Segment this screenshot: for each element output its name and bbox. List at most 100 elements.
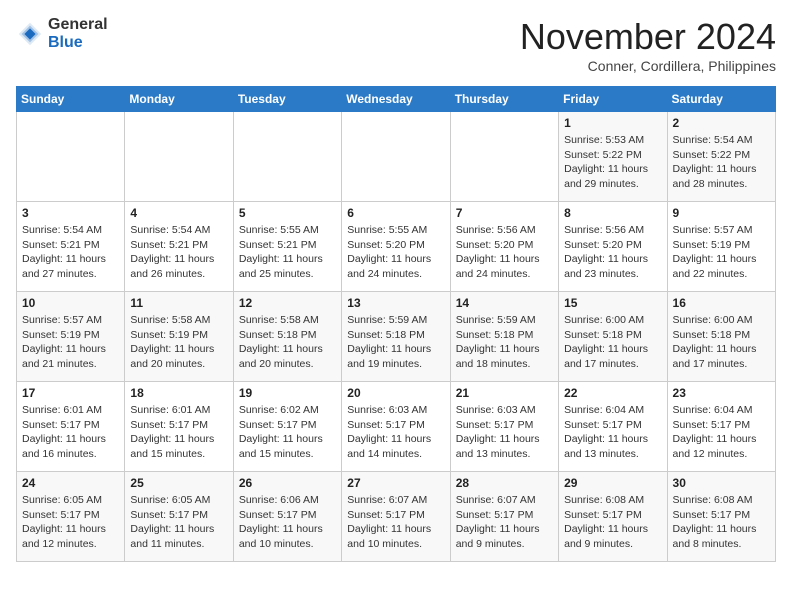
- weekday-header-thursday: Thursday: [450, 87, 558, 112]
- day-number: 14: [456, 296, 553, 310]
- day-cell: [17, 112, 125, 202]
- weekday-header-saturday: Saturday: [667, 87, 775, 112]
- page-header: General Blue November 2024 Conner, Cordi…: [16, 16, 776, 74]
- day-cell: 1 Sunrise: 5:53 AM Sunset: 5:22 PM Daylig…: [559, 112, 667, 202]
- day-cell: 15 Sunrise: 6:00 AM Sunset: 5:18 PM Dayli…: [559, 292, 667, 382]
- day-number: 13: [347, 296, 444, 310]
- day-info: Sunrise: 5:59 AM Sunset: 5:18 PM Dayligh…: [456, 313, 553, 372]
- day-cell: 28 Sunrise: 6:07 AM Sunset: 5:17 PM Dayli…: [450, 472, 558, 562]
- day-cell: 22Sunrise: 6:04 AM Sunset: 5:17 PM Dayli…: [559, 382, 667, 472]
- day-number: 24: [22, 476, 119, 490]
- day-info: Sunrise: 6:00 AM Sunset: 5:18 PM Dayligh…: [564, 313, 661, 372]
- day-info: Sunrise: 6:05 AM Sunset: 5:17 PM Dayligh…: [130, 493, 227, 552]
- calendar-header: SundayMondayTuesdayWednesdayThursdayFrid…: [17, 87, 776, 112]
- day-info: Sunrise: 5:54 AM Sunset: 5:22 PM Dayligh…: [673, 133, 770, 192]
- day-number: 26: [239, 476, 336, 490]
- day-cell: 6Sunrise: 5:55 AM Sunset: 5:20 PM Daylig…: [342, 202, 450, 292]
- day-number: 7: [456, 206, 553, 220]
- day-cell: [125, 112, 233, 202]
- day-cell: 7 Sunrise: 5:56 AM Sunset: 5:20 PM Daylig…: [450, 202, 558, 292]
- day-cell: 20 Sunrise: 6:03 AM Sunset: 5:17 PM Dayli…: [342, 382, 450, 472]
- day-number: 2: [673, 116, 770, 130]
- day-info: Sunrise: 5:56 AM Sunset: 5:20 PM Dayligh…: [564, 223, 661, 282]
- day-cell: 4Sunrise: 5:54 AM Sunset: 5:21 PM Daylig…: [125, 202, 233, 292]
- day-info: Sunrise: 6:01 AM Sunset: 5:17 PM Dayligh…: [22, 403, 119, 462]
- day-cell: 27Sunrise: 6:07 AM Sunset: 5:17 PM Dayli…: [342, 472, 450, 562]
- day-cell: 2 Sunrise: 5:54 AM Sunset: 5:22 PM Daylig…: [667, 112, 775, 202]
- day-number: 21: [456, 386, 553, 400]
- day-cell: 24 Sunrise: 6:05 AM Sunset: 5:17 PM Dayli…: [17, 472, 125, 562]
- day-cell: [233, 112, 341, 202]
- day-info: Sunrise: 5:57 AM Sunset: 5:19 PM Dayligh…: [673, 223, 770, 282]
- day-cell: 13Sunrise: 5:59 AM Sunset: 5:18 PM Dayli…: [342, 292, 450, 382]
- day-cell: 23 Sunrise: 6:04 AM Sunset: 5:17 PM Dayli…: [667, 382, 775, 472]
- calendar-body: 1 Sunrise: 5:53 AM Sunset: 5:22 PM Daylig…: [17, 112, 776, 562]
- day-number: 6: [347, 206, 444, 220]
- day-info: Sunrise: 6:04 AM Sunset: 5:17 PM Dayligh…: [564, 403, 661, 462]
- day-info: Sunrise: 5:54 AM Sunset: 5:21 PM Dayligh…: [130, 223, 227, 282]
- day-info: Sunrise: 6:07 AM Sunset: 5:17 PM Dayligh…: [456, 493, 553, 552]
- day-number: 30: [673, 476, 770, 490]
- calendar-table: SundayMondayTuesdayWednesdayThursdayFrid…: [16, 86, 776, 562]
- day-info: Sunrise: 6:04 AM Sunset: 5:17 PM Dayligh…: [673, 403, 770, 462]
- location-title: Conner, Cordillera, Philippines: [520, 58, 776, 74]
- day-number: 10: [22, 296, 119, 310]
- day-info: Sunrise: 5:58 AM Sunset: 5:18 PM Dayligh…: [239, 313, 336, 372]
- logo-general: General: [48, 16, 108, 34]
- day-cell: 5Sunrise: 5:55 AM Sunset: 5:21 PM Daylig…: [233, 202, 341, 292]
- day-number: 20: [347, 386, 444, 400]
- day-number: 9: [673, 206, 770, 220]
- day-number: 27: [347, 476, 444, 490]
- day-info: Sunrise: 6:08 AM Sunset: 5:17 PM Dayligh…: [564, 493, 661, 552]
- day-info: Sunrise: 6:05 AM Sunset: 5:17 PM Dayligh…: [22, 493, 119, 552]
- day-number: 15: [564, 296, 661, 310]
- weekday-header-sunday: Sunday: [17, 87, 125, 112]
- day-cell: 30Sunrise: 6:08 AM Sunset: 5:17 PM Dayli…: [667, 472, 775, 562]
- month-title: November 2024: [520, 16, 776, 58]
- day-info: Sunrise: 6:03 AM Sunset: 5:17 PM Dayligh…: [347, 403, 444, 462]
- logo: General Blue: [16, 16, 108, 51]
- day-number: 1: [564, 116, 661, 130]
- day-cell: 19 Sunrise: 6:02 AM Sunset: 5:17 PM Dayli…: [233, 382, 341, 472]
- day-cell: 12Sunrise: 5:58 AM Sunset: 5:18 PM Dayli…: [233, 292, 341, 382]
- day-cell: 29 Sunrise: 6:08 AM Sunset: 5:17 PM Dayli…: [559, 472, 667, 562]
- day-number: 25: [130, 476, 227, 490]
- week-row-2: 3 Sunrise: 5:54 AM Sunset: 5:21 PM Daylig…: [17, 202, 776, 292]
- day-number: 17: [22, 386, 119, 400]
- day-info: Sunrise: 6:06 AM Sunset: 5:17 PM Dayligh…: [239, 493, 336, 552]
- day-number: 29: [564, 476, 661, 490]
- day-info: Sunrise: 6:02 AM Sunset: 5:17 PM Dayligh…: [239, 403, 336, 462]
- day-info: Sunrise: 5:56 AM Sunset: 5:20 PM Dayligh…: [456, 223, 553, 282]
- day-cell: 17 Sunrise: 6:01 AM Sunset: 5:17 PM Dayli…: [17, 382, 125, 472]
- day-cell: 16 Sunrise: 6:00 AM Sunset: 5:18 PM Dayli…: [667, 292, 775, 382]
- logo-text: General Blue: [48, 16, 108, 51]
- day-cell: 8Sunrise: 5:56 AM Sunset: 5:20 PM Daylig…: [559, 202, 667, 292]
- day-info: Sunrise: 6:00 AM Sunset: 5:18 PM Dayligh…: [673, 313, 770, 372]
- day-number: 5: [239, 206, 336, 220]
- day-number: 23: [673, 386, 770, 400]
- day-info: Sunrise: 5:57 AM Sunset: 5:19 PM Dayligh…: [22, 313, 119, 372]
- day-number: 16: [673, 296, 770, 310]
- day-cell: 18Sunrise: 6:01 AM Sunset: 5:17 PM Dayli…: [125, 382, 233, 472]
- week-row-5: 24 Sunrise: 6:05 AM Sunset: 5:17 PM Dayli…: [17, 472, 776, 562]
- day-cell: 10 Sunrise: 5:57 AM Sunset: 5:19 PM Dayli…: [17, 292, 125, 382]
- day-cell: 9 Sunrise: 5:57 AM Sunset: 5:19 PM Daylig…: [667, 202, 775, 292]
- day-number: 3: [22, 206, 119, 220]
- day-number: 28: [456, 476, 553, 490]
- day-number: 11: [130, 296, 227, 310]
- weekday-header-wednesday: Wednesday: [342, 87, 450, 112]
- day-cell: 21Sunrise: 6:03 AM Sunset: 5:17 PM Dayli…: [450, 382, 558, 472]
- week-row-1: 1 Sunrise: 5:53 AM Sunset: 5:22 PM Daylig…: [17, 112, 776, 202]
- logo-blue: Blue: [48, 34, 108, 52]
- day-cell: [342, 112, 450, 202]
- day-cell: 3Sunrise: 5:54 AM Sunset: 5:21 PM Daylig…: [17, 202, 125, 292]
- weekday-header-monday: Monday: [125, 87, 233, 112]
- day-info: Sunrise: 5:53 AM Sunset: 5:22 PM Dayligh…: [564, 133, 661, 192]
- day-cell: 26 Sunrise: 6:06 AM Sunset: 5:17 PM Dayli…: [233, 472, 341, 562]
- day-cell: 14 Sunrise: 5:59 AM Sunset: 5:18 PM Dayli…: [450, 292, 558, 382]
- day-number: 19: [239, 386, 336, 400]
- day-cell: 11 Sunrise: 5:58 AM Sunset: 5:19 PM Dayli…: [125, 292, 233, 382]
- day-info: Sunrise: 5:58 AM Sunset: 5:19 PM Dayligh…: [130, 313, 227, 372]
- day-cell: [450, 112, 558, 202]
- day-cell: 25 Sunrise: 6:05 AM Sunset: 5:17 PM Dayli…: [125, 472, 233, 562]
